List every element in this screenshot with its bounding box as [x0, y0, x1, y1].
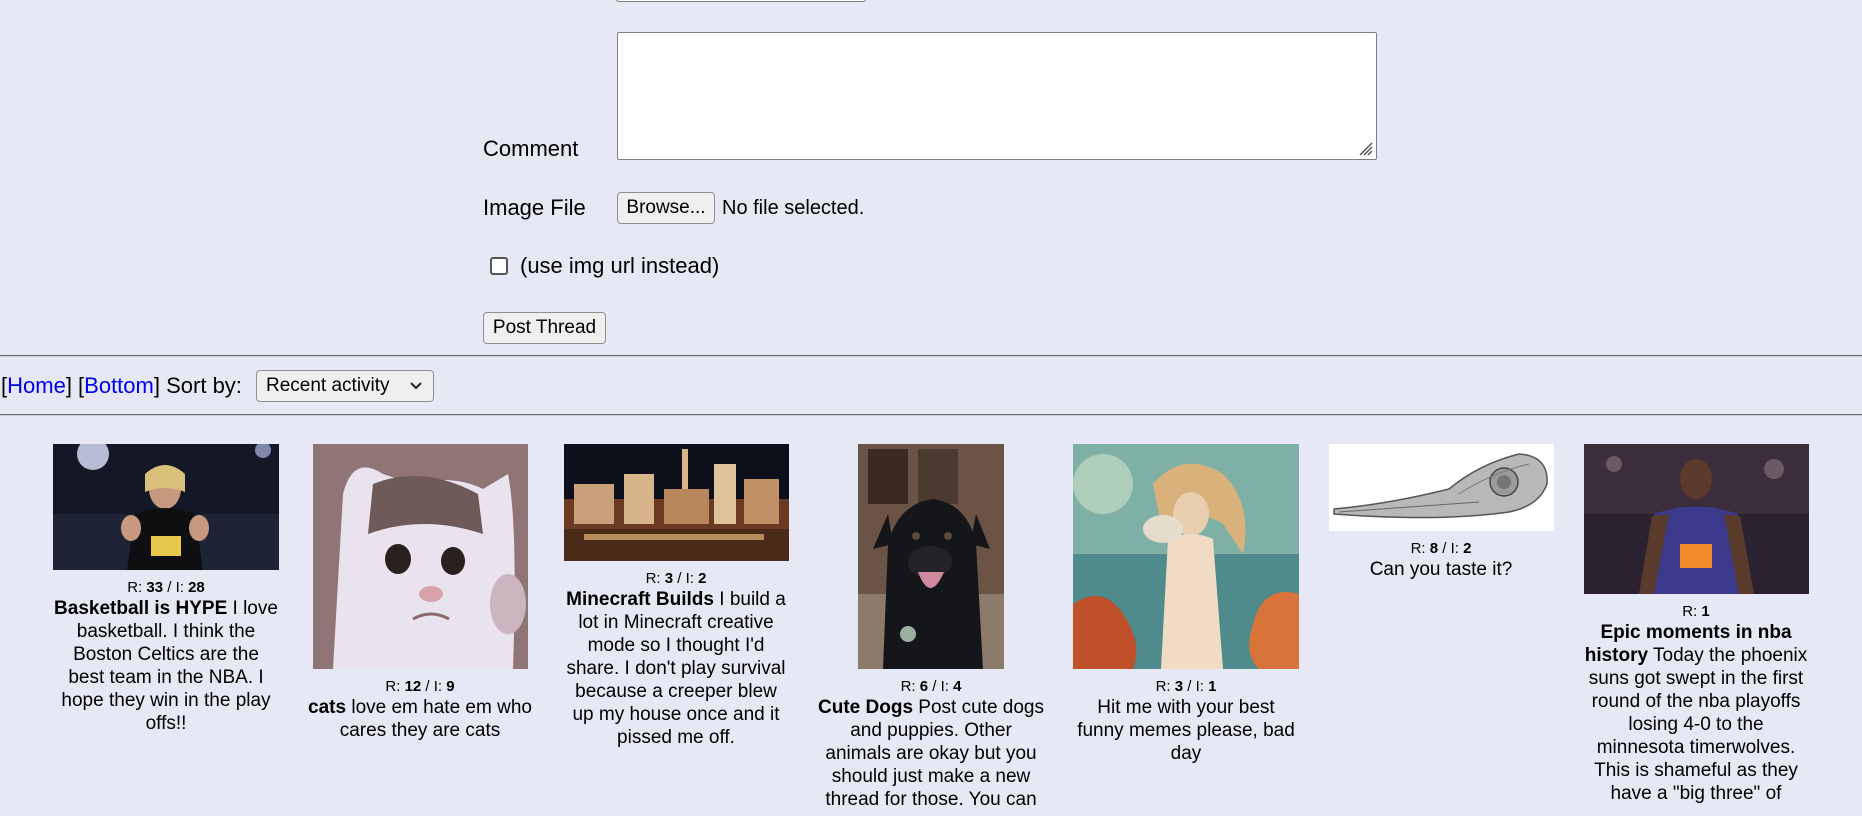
- thread-teaser: Epic moments in nba history Today the ph…: [1583, 621, 1809, 805]
- thread-thumbnail[interactable]: [1328, 444, 1554, 531]
- home-link[interactable]: Home: [7, 373, 66, 398]
- reply-count: 3: [664, 570, 674, 587]
- image-count: 28: [188, 579, 205, 596]
- thread-teaser: cats love em hate em who cares they are …: [306, 696, 534, 742]
- catalog-thread: R: 3 / I: 1 Hit me with your best funny …: [1073, 444, 1299, 765]
- replies-label: R:: [385, 678, 401, 695]
- images-label: / I:: [932, 678, 949, 695]
- reply-count: 1: [1701, 603, 1710, 620]
- sort-selected-value: Recent activity: [266, 375, 390, 396]
- thread-stats: R: 8 / I: 2: [1328, 540, 1554, 558]
- bottom-link[interactable]: Bottom: [84, 373, 154, 398]
- file-status: No file selected.: [722, 197, 865, 219]
- image-count: 9: [446, 678, 455, 695]
- thread-thumbnail[interactable]: [563, 444, 789, 561]
- replies-label: R:: [127, 579, 143, 596]
- thread-subject: cats: [308, 697, 347, 718]
- use-img-url-label[interactable]: (use img url instead): [520, 253, 719, 279]
- catalog-thread: R: 6 / I: 4 Cute Dogs Post cute dogs and…: [817, 444, 1045, 811]
- reply-count: 6: [919, 678, 929, 695]
- replies-label: R:: [645, 570, 661, 587]
- thread-subject: Minecraft Builds: [566, 589, 714, 610]
- divider: [0, 355, 1862, 357]
- catalog-thread: R: 1 Epic moments in nba history Today t…: [1583, 444, 1809, 805]
- thread-subject: Cute Dogs: [818, 697, 914, 718]
- replies-label: R:: [1155, 678, 1171, 695]
- images-label: / I:: [1442, 540, 1459, 557]
- thread-body: Can you taste it?: [1369, 559, 1513, 580]
- bracket: ] [: [65, 373, 85, 398]
- bracket: ]: [153, 373, 160, 398]
- reply-count: 12: [404, 678, 422, 695]
- replies-label: R:: [900, 678, 916, 695]
- images-label: / I:: [677, 570, 694, 587]
- images-label: / I:: [167, 579, 184, 596]
- chevron-down-icon: [410, 382, 422, 390]
- comment-textarea[interactable]: [617, 32, 1377, 160]
- images-label: / I:: [1187, 678, 1204, 695]
- sort-label: Sort by:: [166, 373, 242, 398]
- thread-body: I build a lot in Minecraft creative mode…: [566, 589, 786, 748]
- thread-subject: Basketball is HYPE: [54, 598, 228, 619]
- catalog-thread: R: 8 / I: 2 Can you taste it?: [1328, 444, 1554, 581]
- image-file-label: Image File: [483, 195, 586, 220]
- images-label: / I:: [425, 678, 443, 695]
- thread-teaser: Cute Dogs Post cute dogs and puppies. Ot…: [817, 696, 1045, 811]
- image-count: 2: [1463, 540, 1472, 557]
- thread-stats: R: 3 / I: 1: [1073, 678, 1299, 696]
- catalog-nav: [Home] [Bottom] Sort by:: [1, 373, 242, 399]
- catalog-thread: R: 12 / I: 9 cats love em hate em who ca…: [306, 444, 534, 742]
- sort-select[interactable]: Recent activity: [256, 370, 434, 402]
- thread-thumbnail[interactable]: [312, 444, 528, 669]
- image-count: 2: [698, 570, 707, 587]
- reply-count: 3: [1174, 678, 1184, 695]
- divider: [0, 414, 1862, 416]
- thread-stats: R: 33 / I: 28: [53, 579, 279, 597]
- thread-body: Hit me with your best funny memes please…: [1077, 697, 1295, 764]
- thread-stats: R: 6 / I: 4: [817, 678, 1045, 696]
- thread-teaser: Minecraft Builds I build a lot in Minecr…: [563, 588, 789, 749]
- use-img-url-checkbox[interactable]: [490, 257, 508, 275]
- catalog-thread: R: 3 / I: 2 Minecraft Builds I build a l…: [563, 444, 789, 749]
- thread-thumbnail[interactable]: [53, 444, 279, 570]
- reply-count: 33: [146, 579, 164, 596]
- page: Comment Image File Browse... No file sel…: [0, 0, 1862, 816]
- comment-label: Comment: [483, 136, 579, 161]
- catalog-thread: R: 33 / I: 28 Basketball is HYPE I love …: [53, 444, 279, 735]
- thread-thumbnail[interactable]: [1073, 444, 1299, 669]
- thread-thumbnail[interactable]: [1583, 444, 1809, 594]
- subject-field[interactable]: [616, 0, 866, 2]
- image-count: 4: [953, 678, 962, 695]
- thread-thumbnail[interactable]: [858, 444, 1004, 669]
- thread-body: love em hate em who cares they are cats: [339, 697, 532, 741]
- browse-button[interactable]: Browse...: [617, 192, 715, 224]
- thread-teaser: Hit me with your best funny memes please…: [1073, 696, 1299, 765]
- resize-grip-icon[interactable]: [1357, 140, 1373, 156]
- thread-stats: R: 3 / I: 2: [563, 570, 789, 588]
- image-count: 1: [1208, 678, 1217, 695]
- post-thread-button[interactable]: Post Thread: [483, 312, 606, 344]
- thread-teaser: Can you taste it?: [1328, 558, 1554, 581]
- replies-label: R:: [1410, 540, 1426, 557]
- thread-teaser: Basketball is HYPE I love basketball. I …: [53, 597, 279, 735]
- thread-stats: R: 1: [1583, 603, 1809, 621]
- reply-count: 8: [1429, 540, 1439, 557]
- thread-body: Today the phoenix suns got swept in the …: [1588, 645, 1808, 804]
- replies-label: R:: [1682, 603, 1698, 620]
- thread-stats: R: 12 / I: 9: [306, 678, 534, 696]
